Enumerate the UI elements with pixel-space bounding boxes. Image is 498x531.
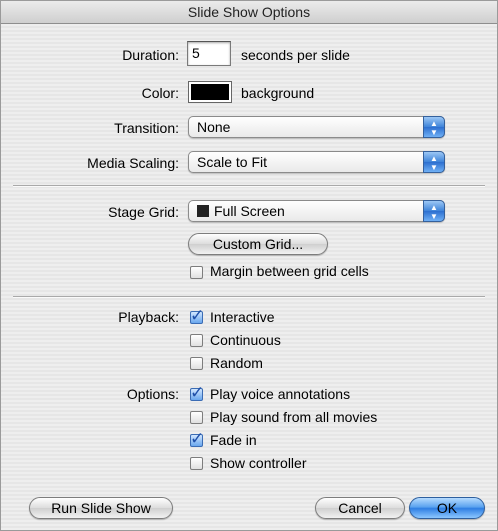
stage-grid-popup[interactable]: Full Screen ▲ ▼ (188, 200, 445, 222)
separator (13, 185, 485, 187)
show-controller-label: Show controller (210, 455, 307, 471)
fade-in-label: Fade in (210, 432, 257, 448)
margin-checkbox[interactable] (190, 266, 203, 279)
duration-field[interactable]: 5 (187, 41, 231, 66)
popup-arrows-icon: ▲ ▼ (423, 200, 445, 222)
show-controller-checkbox[interactable] (190, 457, 203, 470)
play-sound-checkbox[interactable] (190, 411, 203, 424)
color-suffix: background (241, 85, 315, 101)
color-label: Color: (141, 85, 179, 101)
checkmark-icon: ✓ (190, 306, 205, 325)
cancel-button[interactable]: Cancel (315, 497, 405, 519)
interactive-checkbox[interactable]: ✓ (190, 307, 204, 324)
stage-grid-value: Full Screen (214, 203, 285, 219)
slide-show-options-dialog: Slide Show Options Duration: 5 seconds p… (0, 0, 498, 531)
transition-label: Transition: (114, 120, 179, 136)
random-checkbox[interactable] (190, 357, 203, 370)
duration-label: Duration: (122, 47, 179, 63)
window-title: Slide Show Options (1, 1, 497, 24)
playback-label: Playback: (118, 309, 179, 325)
duration-suffix: seconds per slide (241, 47, 350, 63)
media-scaling-popup[interactable]: Scale to Fit ▲ ▼ (188, 151, 445, 173)
color-swatch[interactable] (188, 81, 232, 103)
margin-checkbox-label: Margin between grid cells (210, 263, 369, 279)
play-voice-annotations-label: Play voice annotations (210, 386, 351, 402)
random-label: Random (210, 355, 263, 371)
play-sound-label: Play sound from all movies (210, 409, 378, 425)
options-label: Options: (126, 386, 179, 402)
run-slide-show-button[interactable]: Run Slide Show (29, 497, 173, 519)
continuous-label: Continuous (210, 332, 281, 348)
checkmark-icon: ✓ (190, 383, 205, 402)
full-screen-square-icon (197, 205, 209, 217)
transition-value: None (197, 119, 231, 135)
interactive-label: Interactive (210, 309, 275, 325)
transition-popup[interactable]: None ▲ ▼ (188, 116, 445, 138)
popup-arrows-icon: ▲ ▼ (423, 151, 445, 173)
play-voice-annotations-checkbox[interactable]: ✓ (190, 384, 204, 401)
media-scaling-label: Media Scaling: (87, 155, 179, 171)
ok-button[interactable]: OK (409, 497, 485, 519)
fade-in-checkbox[interactable]: ✓ (190, 430, 204, 447)
continuous-checkbox[interactable] (190, 334, 203, 347)
checkmark-icon: ✓ (190, 429, 205, 448)
separator (13, 296, 485, 298)
custom-grid-button[interactable]: Custom Grid... (188, 233, 328, 255)
stage-grid-label: Stage Grid: (108, 204, 179, 220)
popup-arrows-icon: ▲ ▼ (423, 116, 445, 138)
media-scaling-value: Scale to Fit (197, 154, 268, 170)
